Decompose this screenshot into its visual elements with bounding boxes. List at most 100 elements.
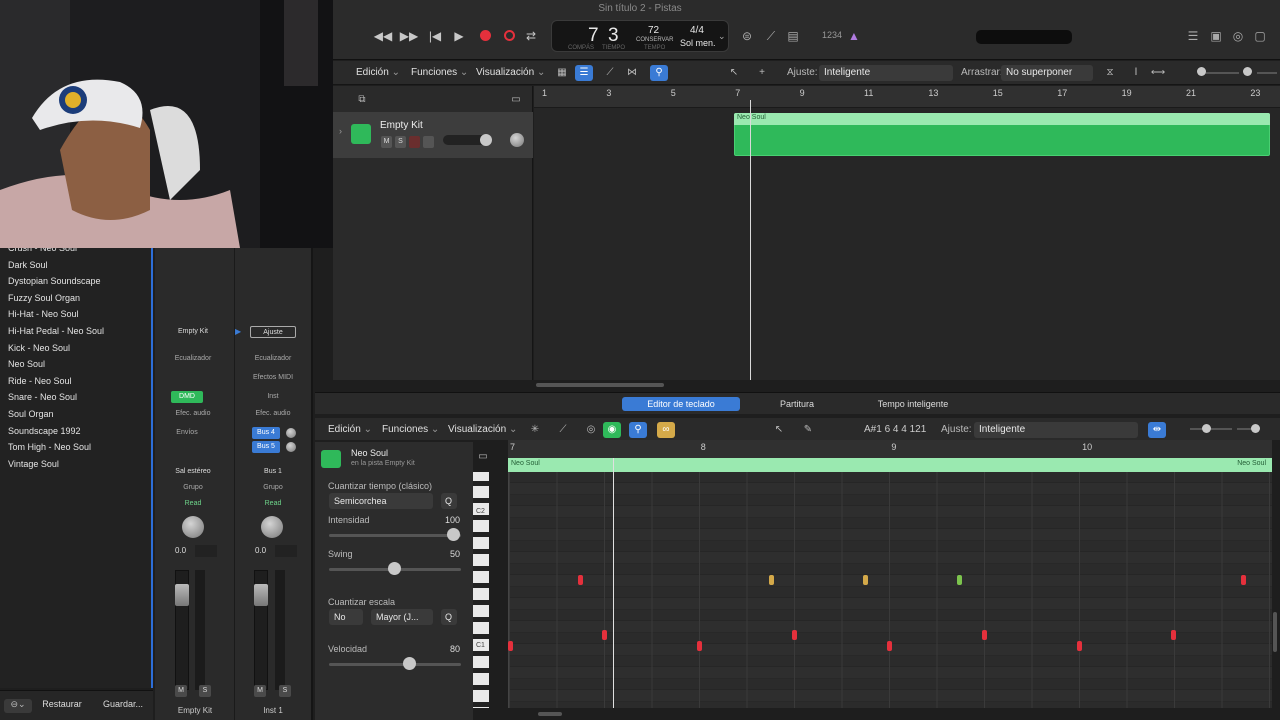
library-item[interactable]: Kick - Neo Soul (8, 340, 70, 356)
editor-edit-menu[interactable]: Edición (328, 424, 372, 435)
track-row[interactable]: › Empty Kit M S (333, 112, 533, 158)
horizontal-zoom-knob[interactable] (1243, 67, 1252, 76)
library-item[interactable]: Hi-Hat Pedal - Neo Soul (8, 323, 104, 339)
loop-browser-icon[interactable]: ◎ (1229, 27, 1247, 45)
track-volume-knob[interactable] (480, 134, 492, 146)
count-in[interactable]: 1234 (822, 30, 842, 40)
midi-note[interactable] (508, 641, 513, 651)
tab-smart-tempo[interactable]: Tempo inteligente (863, 397, 963, 411)
midi-region-header[interactable]: Neo Soul (734, 113, 1270, 125)
piano-roll-vertical-scrollbar[interactable] (1273, 612, 1277, 652)
strip2-eq[interactable]: Ecualizador (250, 353, 296, 365)
strip2-bus5[interactable]: Bus 5 (252, 441, 280, 453)
strip1-group[interactable]: Grupo (171, 482, 215, 494)
replace-icon[interactable]: ⊜ (738, 27, 756, 45)
metronome-icon[interactable]: ▲ (845, 27, 863, 45)
strip2-instrument[interactable]: Inst (250, 391, 296, 403)
strip2-mute[interactable]: M (254, 685, 266, 697)
disclosure-icon[interactable]: › (339, 126, 342, 136)
lcd-display[interactable]: 7 3 COMPÁS TIEMPO 72 CONSERVAR TEMPO 4/4… (551, 20, 729, 52)
record-button[interactable] (474, 27, 496, 45)
strip2-bus5-knob[interactable] (286, 442, 296, 452)
list-editors-icon[interactable]: ☰ (1184, 27, 1202, 45)
library-item[interactable]: Neo Soul (8, 356, 45, 372)
library-item[interactable]: Soundscape 1992 (8, 423, 81, 439)
pointer-tool-icon[interactable]: ↖ (725, 65, 743, 81)
duplicate-track-icon[interactable]: ⧉ (353, 92, 371, 108)
library-item[interactable]: Vintage Soul (8, 456, 59, 472)
library-item[interactable]: Hi-Hat - Neo Soul (8, 306, 79, 322)
track-name[interactable]: Empty Kit (380, 120, 423, 131)
midi-note[interactable] (863, 575, 868, 585)
capture-record-icon[interactable] (498, 27, 520, 45)
midi-note[interactable] (1077, 641, 1082, 651)
strip1-pan-knob[interactable] (182, 516, 204, 538)
track-height-knob[interactable] (1197, 67, 1206, 76)
editor-pointer-tool-icon[interactable]: ↖ (770, 422, 788, 438)
intensity-slider[interactable] (329, 534, 461, 537)
horizontal-zoom-icon[interactable]: ⟷ (1149, 65, 1167, 81)
strip2-setting[interactable]: Ajuste (250, 326, 296, 338)
midi-note[interactable] (769, 575, 774, 585)
editor-pencil-tool-icon[interactable]: ✎ (799, 422, 817, 438)
velocity-slider[interactable] (329, 663, 461, 666)
strip2-audio-fx[interactable]: Efec. audio (250, 408, 296, 420)
library-item[interactable]: Dark Soul (8, 257, 48, 273)
tracks-snap-select[interactable]: Inteligente (819, 65, 953, 81)
strip1-plugin[interactable]: DMD (171, 391, 203, 403)
horizontal-zoom-slider[interactable] (1257, 72, 1277, 74)
editor-automation-icon[interactable]: ⟋ (554, 422, 572, 438)
tab-score[interactable]: Partitura (755, 397, 839, 411)
list-view-icon[interactable]: ☰ (575, 65, 593, 81)
library-item[interactable]: Dystopian Soundscape (8, 273, 101, 289)
save-button[interactable]: Guardar... (100, 699, 146, 713)
strip1-instrument-slot[interactable]: Empty Kit (171, 326, 215, 338)
playhead[interactable] (750, 100, 751, 380)
velocity-knob[interactable] (403, 657, 416, 670)
editor-vertical-zoom-slider[interactable] (1190, 428, 1232, 430)
library-options-icon[interactable]: ⊖⌄ (4, 699, 32, 713)
restore-button[interactable]: Restaurar (40, 699, 84, 713)
editor-functions-menu[interactable]: Funciones (382, 424, 439, 435)
scale-select[interactable]: Mayor (J... (371, 609, 433, 625)
scale-q-button[interactable]: Q (441, 609, 457, 625)
notepad-icon[interactable]: ▣ (1207, 27, 1225, 45)
midi-note[interactable] (982, 630, 987, 640)
tracks-horizontal-scrollbar[interactable] (536, 383, 664, 387)
secondary-tool-icon[interactable]: + (753, 65, 771, 81)
tracks-drag-select[interactable]: No superponer (1001, 65, 1093, 81)
go-to-start-icon[interactable]: |◀ (424, 27, 446, 45)
global-tracks-icon[interactable]: ▭ (507, 92, 525, 108)
quantize-q-button[interactable]: Q (441, 493, 457, 509)
editor-fit-icon[interactable]: ⇹ (1148, 422, 1166, 438)
library-item[interactable]: Fuzzy Soul Organ (8, 290, 80, 306)
library-item[interactable]: Soul Organ (8, 406, 54, 422)
strip2-bus4-knob[interactable] (286, 428, 296, 438)
strip2-bus4[interactable]: Bus 4 (252, 427, 280, 439)
midi-note[interactable] (602, 630, 607, 640)
flex-icon[interactable]: ⋈ (623, 65, 641, 81)
tracks-functions-menu[interactable]: Funciones (411, 67, 468, 78)
tab-piano-roll[interactable]: Editor de teclado (622, 397, 740, 411)
midi-note[interactable] (887, 641, 892, 651)
midi-note[interactable] (1241, 575, 1246, 585)
browser-icon[interactable]: ▢ (1251, 27, 1269, 45)
track-solo-button[interactable]: S (395, 136, 406, 148)
strip1-automation[interactable]: Read (171, 498, 215, 510)
strip1-fader[interactable] (175, 584, 189, 606)
track-mute-button[interactable]: M (381, 136, 392, 148)
midi-note[interactable] (578, 575, 583, 585)
editor-midi-in-icon[interactable]: ✳ (526, 422, 544, 438)
timeline-ruler[interactable]: 1 3 5 7 9 11 13 15 17 19 21 23 (534, 86, 1280, 108)
strip2-automation[interactable]: Read (250, 498, 296, 510)
strip2-fader[interactable] (254, 584, 268, 606)
strip2-midi-fx[interactable]: Efectos MIDI (250, 372, 296, 384)
library-item[interactable]: Tom High - Neo Soul (8, 439, 91, 455)
strip1-eq[interactable]: Ecualizador (171, 353, 215, 365)
tracks-view-menu[interactable]: Visualización (476, 67, 545, 78)
midi-note[interactable] (1171, 630, 1176, 640)
piano-roll-grid[interactable] (508, 472, 1272, 708)
editor-view-menu[interactable]: Visualización (448, 424, 517, 435)
midi-note[interactable] (697, 641, 702, 651)
piano-roll-menu-icon[interactable]: ▭ (474, 449, 492, 465)
